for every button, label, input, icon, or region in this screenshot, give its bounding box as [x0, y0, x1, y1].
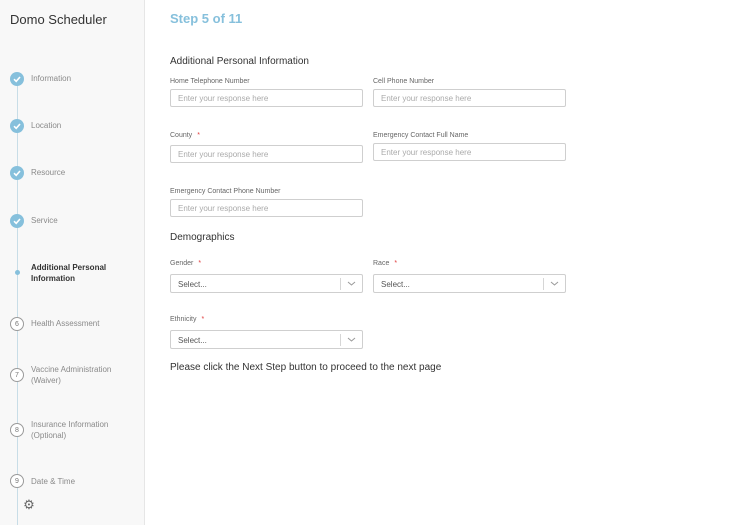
step-count: Step 5 of 11 — [170, 11, 243, 26]
required-marker: * — [201, 316, 205, 323]
step-label: Insurance Information (Optional) — [31, 420, 109, 440]
current-step-dot — [15, 270, 20, 275]
check-icon — [10, 119, 24, 133]
gender-select[interactable]: Select... — [170, 274, 363, 293]
emergency-phone-label: Emergency Contact Phone Number — [170, 188, 281, 195]
select-divider — [543, 278, 544, 290]
steps-connector-line — [17, 78, 18, 525]
step-label: Location — [31, 121, 62, 130]
step-label: Service — [31, 216, 58, 225]
check-icon — [10, 166, 24, 180]
step-label: Vaccine Administration (Waiver) — [31, 365, 112, 385]
county-label-text: County — [170, 132, 193, 139]
select-divider — [340, 278, 341, 290]
check-icon — [10, 72, 24, 86]
cell-phone-label: Cell Phone Number — [373, 78, 435, 85]
emergency-name-input[interactable] — [373, 143, 566, 161]
section-title-demographics: Demographics — [170, 232, 235, 243]
check-icon — [10, 214, 24, 228]
ethnicity-select-value: Select... — [178, 336, 207, 345]
chevron-down-icon — [347, 281, 356, 286]
ethnicity-select[interactable]: Select... — [170, 330, 363, 349]
section-title-personal: Additional Personal Information — [170, 56, 309, 67]
chevron-down-icon — [347, 337, 356, 342]
gender-select-value: Select... — [178, 280, 207, 289]
step-label: Information — [31, 74, 72, 83]
gear-icon[interactable]: ⚙ — [22, 498, 36, 512]
county-label: County * — [170, 132, 200, 139]
sidebar: Domo Scheduler Information Location Reso… — [0, 0, 145, 525]
app-title: Domo Scheduler — [10, 12, 107, 27]
required-marker: * — [198, 260, 202, 267]
step-label: Date & Time — [31, 477, 76, 486]
step-number: 7 — [10, 368, 24, 382]
next-step-instruction: Please click the Next Step button to pro… — [170, 362, 442, 373]
step-number: 6 — [10, 317, 24, 331]
chevron-down-icon — [550, 281, 559, 286]
race-select[interactable]: Select... — [373, 274, 566, 293]
emergency-name-label: Emergency Contact Full Name — [373, 132, 469, 139]
select-divider — [340, 334, 341, 346]
gender-label-text: Gender — [170, 260, 194, 267]
main-content: Step 5 of 11 Additional Personal Informa… — [145, 0, 735, 525]
ethnicity-label-text: Ethnicity — [170, 316, 197, 323]
cell-phone-input[interactable] — [373, 89, 566, 107]
step-number: 9 — [10, 474, 24, 488]
race-select-value: Select... — [381, 280, 410, 289]
required-marker: * — [394, 260, 398, 267]
ethnicity-label: Ethnicity * — [170, 316, 204, 323]
step-number: 8 — [10, 423, 24, 437]
step-label: Resource — [31, 168, 66, 177]
race-label-text: Race — [373, 260, 390, 267]
gender-label: Gender * — [170, 260, 201, 267]
county-input[interactable] — [170, 145, 363, 163]
home-phone-label: Home Telephone Number — [170, 78, 250, 85]
required-marker: * — [197, 132, 200, 139]
race-label: Race * — [373, 260, 397, 267]
emergency-phone-input[interactable] — [170, 199, 363, 217]
home-phone-input[interactable] — [170, 89, 363, 107]
step-label: Health Assessment — [31, 319, 100, 328]
step-label: Additional Personal Information — [31, 263, 107, 283]
